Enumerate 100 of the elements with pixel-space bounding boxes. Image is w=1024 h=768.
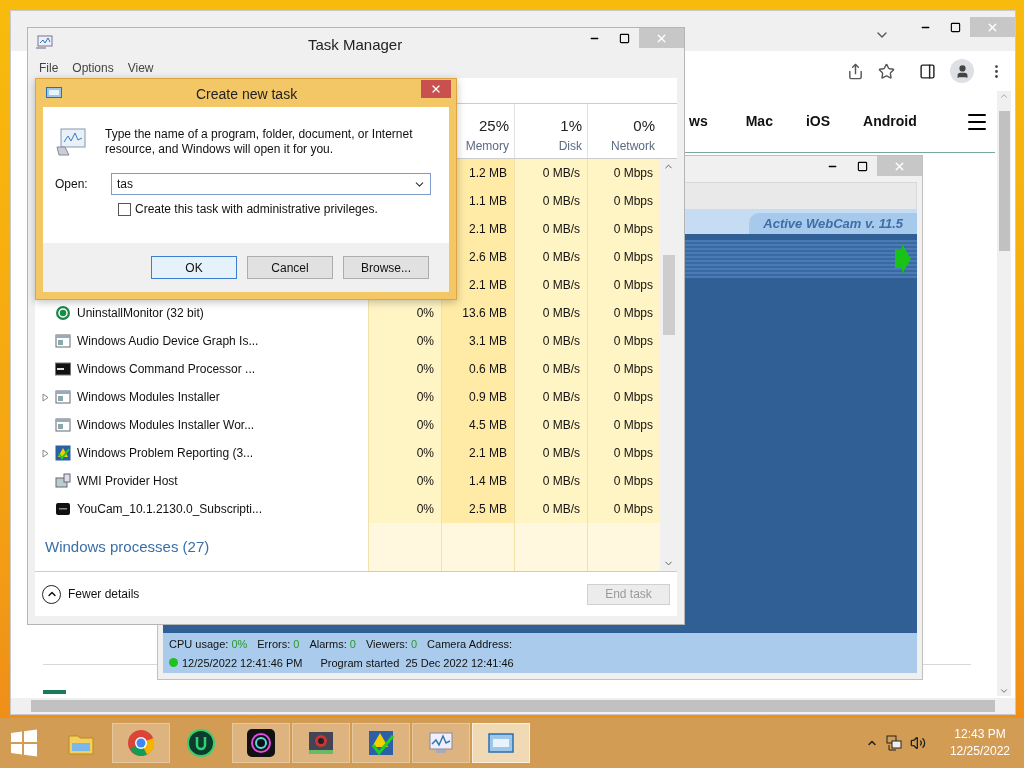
menu-item[interactable]: File [39,59,59,77]
table-cell: 0 MB/s [514,159,587,187]
close-icon [430,83,442,95]
column-header[interactable]: 0% Network [587,104,660,158]
dialog-message: Type the name of a program, folder, document, or Internet resource, and Windows will open it for you. [105,127,414,157]
table-cell: 0% [368,467,441,495]
shield-icon [55,445,71,461]
nav-link[interactable]: iOS [805,111,831,132]
fewer-details-button[interactable]: Fewer details [42,584,140,604]
expand-arrow-icon[interactable] [41,392,49,402]
table-cell: 0 Mbps [587,187,660,215]
process-name[interactable]: YouCam_10.1.2130.0_Subscripti... [77,500,262,518]
table-cell: 0 Mbps [587,243,660,271]
expand-arrow-icon[interactable] [41,448,49,458]
table-cell: 0 Mbps [587,383,660,411]
vertical-scrollbar[interactable] [660,159,677,571]
table-cell: 0.6 MB [441,355,514,383]
table-cell: 0 MB/s [514,411,587,439]
nav-link[interactable]: Android [863,111,917,132]
checkbox-label[interactable]: Create this task with administrative privileges. [135,200,378,218]
process-name[interactable]: Windows Command Processor ... [77,360,256,378]
window-icon [46,87,62,98]
process-name[interactable]: Windows Modules Installer Wor... [77,416,255,434]
vertical-scrollbar[interactable] [997,91,1011,696]
maximize-button[interactable] [949,21,961,33]
start-button[interactable] [10,729,38,757]
bookmark-star-icon[interactable] [878,62,895,80]
arrow-icon[interactable] [895,244,911,274]
table-cell: 0% [368,411,441,439]
status-text: Program started 25 Dec 2022 12:41:46 [320,655,514,671]
console-icon [55,361,71,377]
table-cell: 0 MB/s [514,467,587,495]
table-cell: 0 Mbps [587,467,660,495]
table-cell: 0 Mbps [587,439,660,467]
status-text: CPU usage: 0% [169,637,248,652]
share-icon[interactable] [847,62,864,80]
u-circle-icon [186,728,216,758]
table-cell: 1.4 MB [441,467,514,495]
status-text: Camera Address: [427,637,513,652]
side-panel-icon[interactable] [919,62,936,80]
scrollbar-thumb[interactable] [662,255,675,335]
group-heading[interactable]: Windows processes (27) [45,535,210,559]
maximize-button[interactable] [618,32,630,44]
table-cell: 0% [368,299,441,327]
table-cell: 0 Mbps [587,411,660,439]
warning-check-icon [366,728,396,758]
table-cell: 0% [368,327,441,355]
app-icon [55,501,71,517]
process-name[interactable]: Windows Audio Device Graph Is... [77,332,259,350]
table-cell: 0 MB/s [514,355,587,383]
table-cell: 0 MB/s [514,327,587,355]
table-cell: 0 MB/s [514,187,587,215]
profile-avatar[interactable] [950,59,974,83]
nav-link[interactable]: Mac [745,111,773,132]
network-icon[interactable] [885,735,902,751]
window-icon [55,417,71,433]
dialog-button[interactable]: Browse... [343,256,429,279]
table-cell: 0% [368,495,441,523]
nav-link[interactable]: ws [689,111,708,132]
window-icon [55,389,71,405]
table-cell: 13.6 MB [441,299,514,327]
open-combo-box[interactable]: tas [111,173,431,195]
taskbar-app-button[interactable] [292,723,350,763]
admin-checkbox[interactable] [118,202,131,216]
table-cell: 0% [368,439,441,467]
dialog-title: Create new task [196,85,298,104]
window-icon [55,333,71,349]
table-cell: 0 MB/s [514,383,587,411]
status-text: Errors: 0 [257,637,300,652]
dialog-button[interactable]: Cancel [247,256,333,279]
field-label: Open: [55,176,89,193]
table-cell: 0 MB/s [514,495,587,523]
scrollbar-thumb[interactable] [998,111,1010,251]
process-name[interactable]: Windows Problem Reporting (3... [77,444,254,462]
version-badge: Active WebCam v. 11.5 [749,212,917,234]
lens-icon [246,728,276,758]
process-name[interactable]: Windows Modules Installer [77,388,220,406]
dialog-button[interactable]: OK [151,256,237,279]
browser-icon [126,728,156,758]
run-program-icon [55,127,89,157]
table-cell: 0 Mbps [587,299,660,327]
status-text: Viewers: 0 [365,637,418,652]
scroll-down-icon[interactable] [999,686,1009,696]
close-button[interactable] [421,80,451,98]
menu-item[interactable]: View [127,59,154,77]
menu-item[interactable]: Options [72,59,114,77]
table-cell: 0 MB/s [514,299,587,327]
table-cell: 0% [368,383,441,411]
monitor-graph-icon [36,35,53,50]
maximize-button[interactable] [856,160,868,172]
table-cell: 0 Mbps [587,271,660,299]
table-cell: 4.5 MB [441,411,514,439]
process-name[interactable]: UninstallMonitor (32 bit) [77,304,204,322]
table-cell: 0 MB/s [514,215,587,243]
table-cell: 0 MB/s [514,243,587,271]
process-name[interactable]: WMI Provider Host [77,472,178,490]
taskbar-app-button[interactable] [232,723,290,763]
column-header[interactable]: 1% Disk [514,104,587,158]
volume-icon[interactable] [909,735,926,751]
timestamp: 12/25/2022 12:41:46 PM [182,655,303,671]
